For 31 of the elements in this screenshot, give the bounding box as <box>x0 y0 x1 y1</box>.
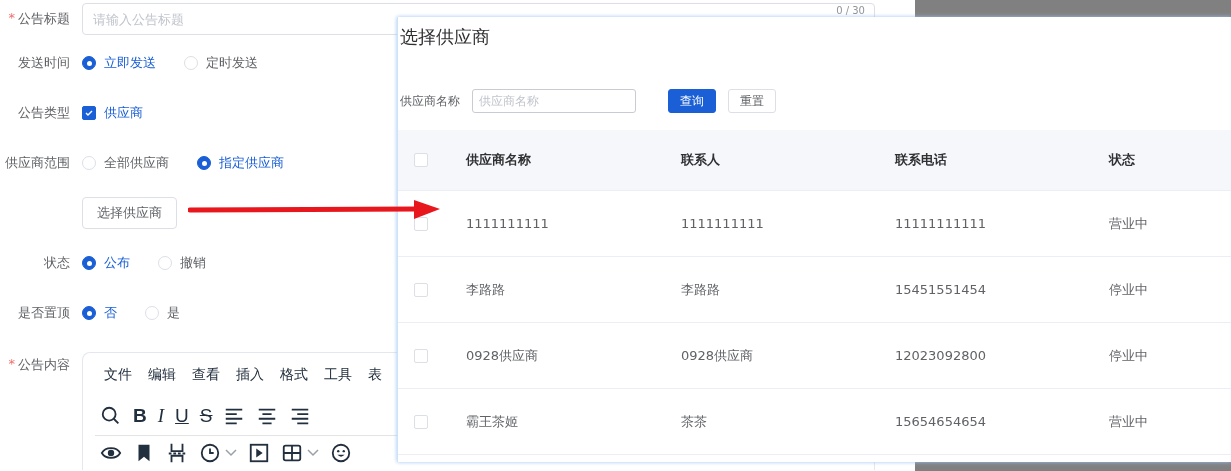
table-cell-text: 李路路 <box>466 280 506 299</box>
field-label: 发送时间 <box>17 54 71 72</box>
table-cell-text: 1111111111 <box>466 216 550 231</box>
table-cell-text: 停业中 <box>1109 346 1149 365</box>
table-cell-text: 0928供应商 <box>681 346 755 365</box>
table-cell-text: 营业中 <box>1109 412 1149 431</box>
table-cell-text: 营业中 <box>1109 214 1149 233</box>
field-label: 状态 <box>43 254 71 272</box>
column-header: 联系电话 <box>895 151 948 169</box>
required-mark: * <box>8 356 15 373</box>
column-header: 供应商名称 <box>466 151 532 169</box>
field-label: 是否置顶 <box>17 304 71 322</box>
field-label: 供应商范围 <box>4 154 71 172</box>
column-header: 状态 <box>1109 151 1136 169</box>
table-cell-text: 李路路 <box>681 280 721 299</box>
field-label: 公告内容 <box>18 356 70 374</box>
char-counter: 0 / 30 <box>836 5 865 17</box>
required-mark: * <box>8 10 15 27</box>
field-label: 供应商名称 <box>400 92 460 110</box>
table-cell-text: 1111111111 <box>681 216 765 231</box>
table-cell-text: 15654654654 <box>895 414 987 429</box>
column-header: 联系人 <box>681 151 721 169</box>
table-cell-text: 霸王茶姬 <box>466 412 519 431</box>
table-cell-text: 停业中 <box>1109 280 1149 299</box>
field-label: 公告类型 <box>17 104 71 122</box>
table-cell-text: 12023092800 <box>895 348 987 363</box>
table-cell-text: 茶茶 <box>681 412 708 431</box>
table-cell-text: 11111111111 <box>895 216 987 231</box>
table-cell-text: 15451551454 <box>895 282 987 297</box>
table-cell-text: 0928供应商 <box>466 346 540 365</box>
field-label: 公告标题 <box>18 10 70 28</box>
